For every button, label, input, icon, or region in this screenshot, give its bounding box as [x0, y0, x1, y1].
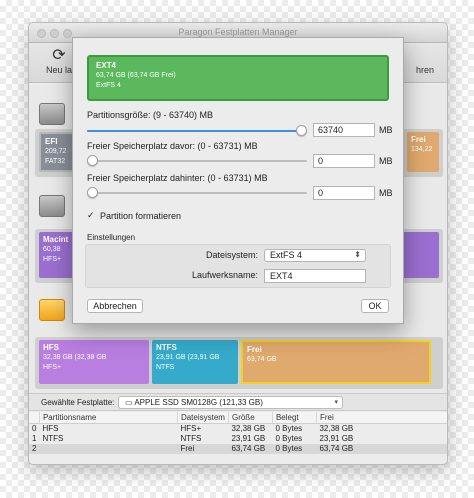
partition-free-size: 63,74 GB — [247, 356, 277, 363]
partition-efi[interactable]: EFI 209,72 FAT32 — [39, 132, 75, 172]
cell-size: 63,74 GB — [228, 443, 273, 454]
hard-disk-icon — [39, 195, 65, 217]
new-partition-fs: ExtFS 4 — [96, 82, 121, 89]
partition-free-1-size: 134,22 — [411, 146, 433, 153]
partition-ntfs-size: 23,91 GB (23,91 GB — [156, 354, 220, 361]
partition-hfs-size: 32,38 GB (32,38 GB — [43, 354, 107, 361]
partition-ntfs-name: NTFS — [156, 343, 177, 352]
disk-small-icon: ▭ — [125, 398, 135, 407]
drive-selector-label: Gewählte Festplatte: — [41, 398, 115, 407]
column-header[interactable]: Partitionsname — [38, 412, 178, 424]
partition-efi-size: 209,72 — [45, 148, 67, 155]
cell-name — [39, 443, 178, 454]
checkmark-icon: ✓ — [87, 210, 95, 220]
column-header[interactable]: Dateisystem — [176, 412, 229, 424]
format-checkbox-label[interactable]: Partition formatieren — [100, 211, 181, 221]
cell-index: 2 — [29, 443, 40, 454]
settings-group: Dateisystem: ExtFS 4 ⬍ Laufwerksname: EX… — [85, 244, 391, 288]
drive-select[interactable]: ▭ APPLE SSD SM0128G (121,33 GB) ▾ — [118, 396, 343, 409]
slider-handle[interactable] — [87, 155, 98, 166]
cell-free: 23,91 GB — [319, 434, 354, 443]
table-header-row: Partitionsname Dateisystem Größe Belegt … — [29, 412, 447, 424]
free-before-label: Freier Speicherplatz davor: (0 - 63731) … — [87, 141, 258, 151]
disk-row-3: HFS 32,38 GB (32,38 GB HFS+ NTFS 23,91 G… — [35, 337, 443, 389]
apply-button[interactable]: hren — [403, 47, 447, 75]
partition-free-selected[interactable]: Frei 63,74 GB — [241, 340, 431, 384]
volume-name-input[interactable]: EXT4 — [264, 269, 366, 283]
partition-size-slider[interactable] — [87, 125, 307, 136]
free-after-label: Freier Speicherplatz dahinter: (0 - 6373… — [87, 173, 268, 183]
filesystem-label: Dateisystem: — [205, 250, 258, 260]
partition-ntfs[interactable]: NTFS 23,91 GB (23,91 GB NTFS — [152, 340, 238, 384]
cell-filesystem: HFS+ — [180, 424, 202, 434]
partition-free-name: Frei — [247, 345, 262, 354]
partition-free-1-name: Frei — [411, 135, 426, 144]
apply-label: hren — [415, 65, 434, 75]
new-partition-size: 63,74 GB (63,74 GB Frei) — [96, 72, 176, 79]
ok-button[interactable]: OK — [361, 299, 389, 313]
cell-free: 32,38 GB — [319, 424, 354, 434]
format-checkbox[interactable]: ✓ — [87, 211, 96, 220]
slider-handle[interactable] — [87, 187, 98, 198]
cell-used: 0 Bytes — [272, 443, 317, 454]
free-after-input[interactable]: 0 — [313, 186, 375, 200]
chevron-down-icon: ▾ — [334, 399, 338, 406]
slider-handle[interactable] — [296, 125, 307, 136]
filesystem-select[interactable]: ExtFS 4 ⬍ — [264, 249, 366, 262]
window-title: Paragon Festplatten Manager — [178, 27, 298, 37]
table-row[interactable]: 1 NTFS NTFS 23,91 GB 0 Bytes 23,91 GB — [29, 434, 447, 444]
column-header[interactable]: Größe — [227, 412, 273, 424]
chevron-updown-icon: ⬍ — [354, 250, 361, 259]
column-header[interactable] — [29, 412, 40, 424]
drive-selector-bar: Gewählte Festplatte: ▭ APPLE SSD SM0128G… — [29, 393, 447, 411]
cell-size: 32,38 GB — [231, 424, 266, 434]
cell-used: 0 Bytes — [275, 434, 303, 443]
cell-index: 1 — [32, 434, 37, 443]
cell-index: 0 — [32, 424, 37, 434]
partition-free-1[interactable]: Frei 134,22 — [407, 132, 439, 172]
filesystem-value: ExtFS 4 — [270, 250, 303, 260]
reload-label: Neu la — [45, 65, 72, 75]
free-before-input[interactable]: 0 — [313, 154, 375, 168]
partition-hfs-fs: HFS+ — [43, 364, 62, 371]
volume-name-label: Laufwerksname: — [191, 270, 258, 280]
partition-ntfs-fs: NTFS — [156, 364, 175, 371]
cell-used: 0 Bytes — [275, 424, 303, 434]
hard-disk-icon — [39, 103, 65, 125]
free-before-slider[interactable] — [87, 155, 307, 166]
partition-size-label: Partitionsgröße: (9 - 63740) MB — [87, 110, 214, 120]
create-partition-dialog: EXT4 63,74 GB (63,74 GB Frei) ExtFS 4 Pa… — [72, 37, 404, 324]
cell-name: NTFS — [42, 434, 64, 443]
partition-efi-fs: FAT32 — [45, 158, 66, 165]
partition-size-unit: MB — [379, 125, 393, 135]
settings-title: Einstellungen — [87, 233, 136, 242]
apply-icon — [403, 47, 447, 65]
table-row[interactable]: 0 HFS HFS+ 32,38 GB 0 Bytes 32,38 GB — [29, 424, 447, 434]
column-header[interactable]: Frei — [315, 412, 447, 424]
free-before-unit: MB — [379, 156, 393, 166]
cancel-button[interactable]: Abbrechen — [87, 299, 143, 313]
free-after-slider[interactable] — [87, 187, 307, 198]
partition-table: Partitionsname Dateisystem Größe Belegt … — [29, 412, 447, 454]
slider-fill — [87, 130, 307, 132]
cell-size: 23,91 GB — [231, 434, 266, 443]
partition-size-input[interactable]: 63740 — [313, 123, 375, 137]
partition-hfs[interactable]: HFS 32,38 GB (32,38 GB HFS+ — [39, 340, 149, 384]
drive-select-value: APPLE SSD SM0128G (121,33 GB) — [134, 398, 263, 407]
cell-free: 63,74 GB — [316, 443, 447, 454]
usb-drive-icon — [39, 299, 65, 321]
cell-name: HFS — [42, 424, 59, 434]
column-header[interactable]: Belegt — [271, 412, 317, 424]
cell-filesystem: Frei — [177, 443, 229, 454]
cell-filesystem: NTFS — [180, 434, 202, 443]
new-partition-name: EXT4 — [96, 61, 117, 70]
new-partition-preview: EXT4 63,74 GB (63,74 GB Frei) ExtFS 4 — [87, 55, 389, 101]
partition-hfs-name: HFS — [43, 343, 59, 352]
free-after-unit: MB — [379, 188, 393, 198]
partition-efi-name: EFI — [45, 137, 58, 146]
table-row-selected[interactable]: 2 Frei 63,74 GB 0 Bytes 63,74 GB — [29, 443, 447, 454]
